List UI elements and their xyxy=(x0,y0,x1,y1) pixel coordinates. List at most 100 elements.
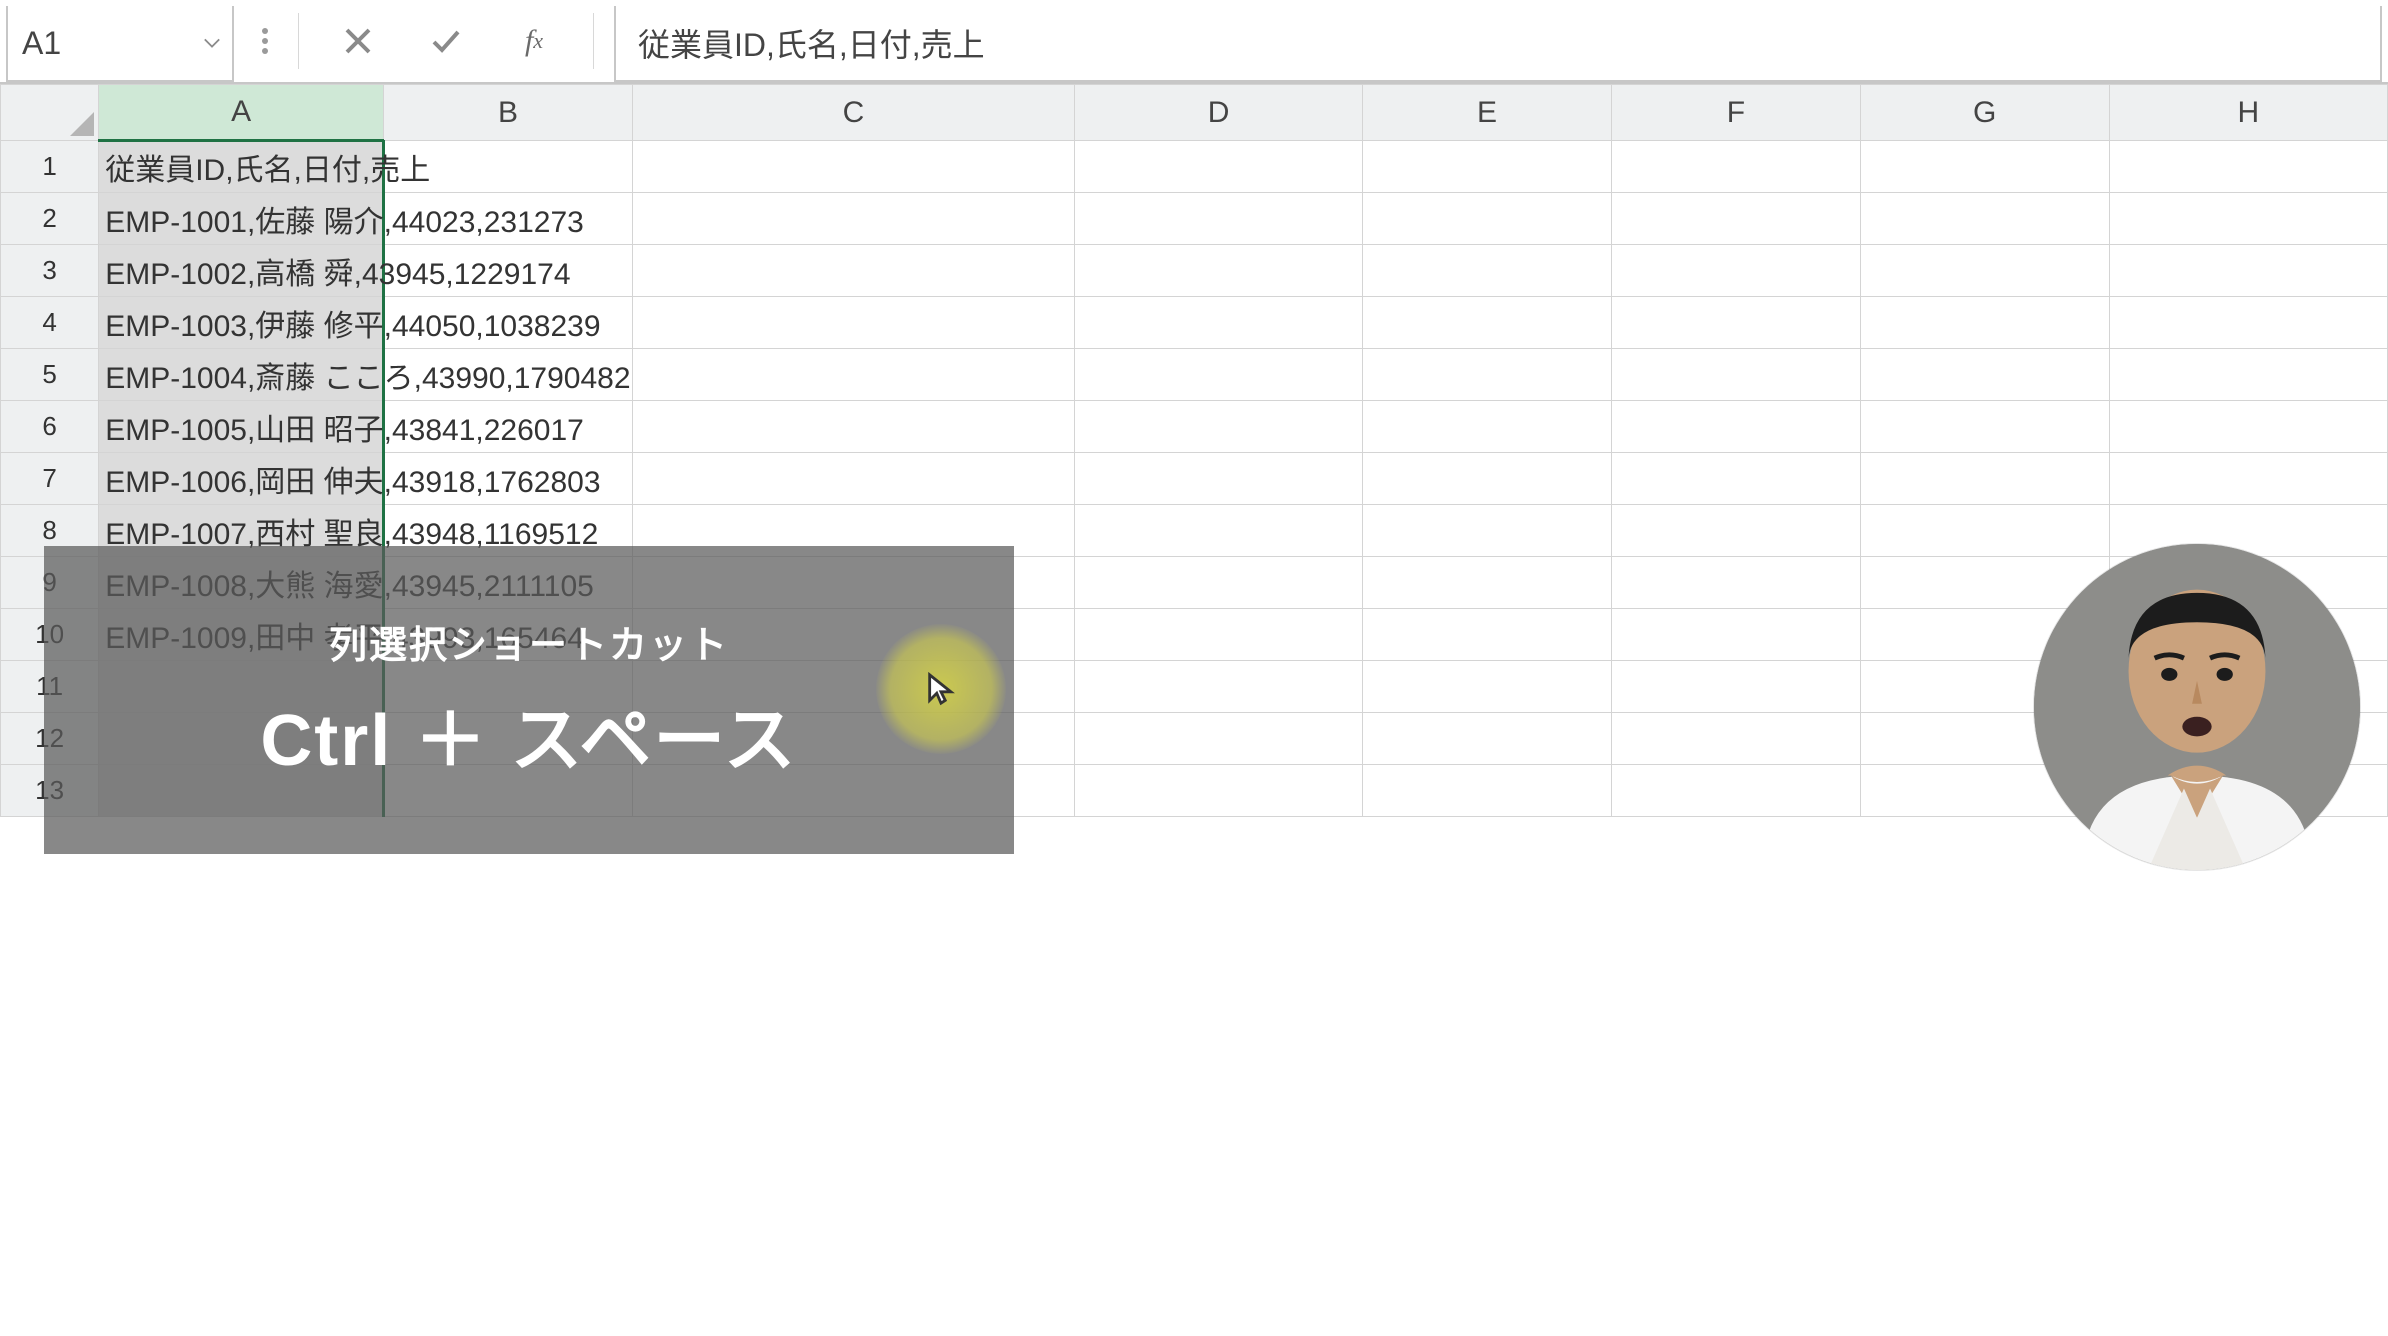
cell[interactable] xyxy=(1074,193,1362,245)
cell[interactable] xyxy=(384,453,633,505)
cell[interactable] xyxy=(1611,297,1860,349)
cell[interactable] xyxy=(1363,453,1612,505)
cell[interactable] xyxy=(1611,401,1860,453)
cell[interactable] xyxy=(632,349,1074,401)
cell[interactable] xyxy=(1074,505,1362,557)
name-box-dropdown-icon[interactable] xyxy=(192,37,232,49)
column-header-E[interactable]: E xyxy=(1363,85,1612,141)
cell[interactable] xyxy=(1611,349,1860,401)
cell[interactable] xyxy=(632,141,1074,193)
cell[interactable] xyxy=(1074,401,1362,453)
cell[interactable] xyxy=(632,453,1074,505)
cell[interactable] xyxy=(384,141,633,193)
row-header[interactable]: 6 xyxy=(1,401,99,453)
cell[interactable] xyxy=(1611,245,1860,297)
cell[interactable] xyxy=(1611,193,1860,245)
cell[interactable] xyxy=(1074,349,1362,401)
cell[interactable] xyxy=(1363,609,1612,661)
cell[interactable]: EMP-1003,伊藤 修平,44050,1038239 xyxy=(99,297,384,349)
cell[interactable] xyxy=(384,297,633,349)
cell[interactable] xyxy=(2109,401,2387,453)
column-header-H[interactable]: H xyxy=(2109,85,2387,141)
insert-function-button[interactable]: fx xyxy=(505,12,563,70)
cell[interactable] xyxy=(1611,141,1860,193)
cell[interactable] xyxy=(1363,349,1612,401)
row-header[interactable]: 2 xyxy=(1,193,99,245)
cell[interactable]: EMP-1001,佐藤 陽介,44023,231273 xyxy=(99,193,384,245)
cell[interactable] xyxy=(1611,453,1860,505)
cell[interactable] xyxy=(384,349,633,401)
row-header[interactable]: 1 xyxy=(1,141,99,193)
cell[interactable] xyxy=(1860,349,2109,401)
cell[interactable] xyxy=(1074,245,1362,297)
cell[interactable] xyxy=(2109,505,2387,557)
cell[interactable] xyxy=(1611,609,1860,661)
enter-formula-button[interactable] xyxy=(417,12,475,70)
cell[interactable] xyxy=(632,401,1074,453)
select-all-corner[interactable] xyxy=(1,85,99,141)
cell[interactable] xyxy=(632,193,1074,245)
cell[interactable] xyxy=(2109,141,2387,193)
cell[interactable] xyxy=(1074,453,1362,505)
cell[interactable] xyxy=(384,193,633,245)
row-header[interactable]: 3 xyxy=(1,245,99,297)
cell[interactable] xyxy=(1074,765,1362,817)
cell[interactable] xyxy=(1363,193,1612,245)
cell[interactable]: EMP-1004,斎藤 こころ,43990,1790482 xyxy=(99,349,384,401)
cell[interactable] xyxy=(1074,557,1362,609)
cell[interactable] xyxy=(1074,609,1362,661)
formula-input[interactable]: 従業員ID,氏名,日付,売上 xyxy=(614,6,2382,82)
cell[interactable] xyxy=(1074,661,1362,713)
column-header-D[interactable]: D xyxy=(1074,85,1362,141)
column-header-G[interactable]: G xyxy=(1860,85,2109,141)
name-box[interactable]: A1 xyxy=(6,6,234,82)
cell[interactable] xyxy=(1363,505,1612,557)
cell[interactable] xyxy=(1074,297,1362,349)
cell[interactable] xyxy=(1363,557,1612,609)
cell[interactable] xyxy=(1860,245,2109,297)
cell[interactable] xyxy=(2109,349,2387,401)
cell[interactable] xyxy=(1860,505,2109,557)
cell[interactable] xyxy=(2109,193,2387,245)
cell[interactable]: 従業員ID,氏名,日付,売上 xyxy=(99,141,384,193)
row-header[interactable]: 4 xyxy=(1,297,99,349)
cell[interactable] xyxy=(1363,713,1612,765)
cell[interactable] xyxy=(1363,245,1612,297)
cell[interactable] xyxy=(632,297,1074,349)
cell[interactable] xyxy=(1611,661,1860,713)
cell[interactable] xyxy=(1860,297,2109,349)
cell[interactable] xyxy=(384,401,633,453)
formula-bar-drag-handle-icon[interactable] xyxy=(262,28,268,54)
cell[interactable] xyxy=(1860,141,2109,193)
cell[interactable] xyxy=(1363,661,1612,713)
column-header-A[interactable]: A xyxy=(99,85,384,141)
cell[interactable] xyxy=(1611,505,1860,557)
cell[interactable] xyxy=(1611,713,1860,765)
cell[interactable] xyxy=(2109,453,2387,505)
cell[interactable] xyxy=(632,245,1074,297)
cell[interactable] xyxy=(384,245,633,297)
column-header-B[interactable]: B xyxy=(384,85,633,141)
cell[interactable] xyxy=(1363,401,1612,453)
cell[interactable]: EMP-1005,山田 昭子,43841,226017 xyxy=(99,401,384,453)
cell[interactable] xyxy=(1860,193,2109,245)
cell[interactable] xyxy=(2109,297,2387,349)
row-header[interactable]: 7 xyxy=(1,453,99,505)
column-header-C[interactable]: C xyxy=(632,85,1074,141)
column-header-F[interactable]: F xyxy=(1611,85,1860,141)
row-header[interactable]: 5 xyxy=(1,349,99,401)
cell[interactable]: EMP-1002,高橋 舜,43945,1229174 xyxy=(99,245,384,297)
cell[interactable]: EMP-1006,岡田 伸夫,43918,1762803 xyxy=(99,453,384,505)
cell[interactable] xyxy=(1363,141,1612,193)
cell[interactable] xyxy=(1611,765,1860,817)
cell[interactable] xyxy=(1074,713,1362,765)
cell[interactable] xyxy=(1363,297,1612,349)
cell[interactable] xyxy=(2109,245,2387,297)
spreadsheet-grid[interactable]: A B C D E F G H 1従業員ID,氏名,日付,売上2EMP-1001… xyxy=(0,84,2388,1336)
cancel-formula-button[interactable] xyxy=(329,12,387,70)
cell[interactable] xyxy=(1074,141,1362,193)
cell[interactable] xyxy=(1860,453,2109,505)
name-box-value[interactable]: A1 xyxy=(8,25,192,62)
cell[interactable] xyxy=(1860,401,2109,453)
cell[interactable] xyxy=(1363,765,1612,817)
